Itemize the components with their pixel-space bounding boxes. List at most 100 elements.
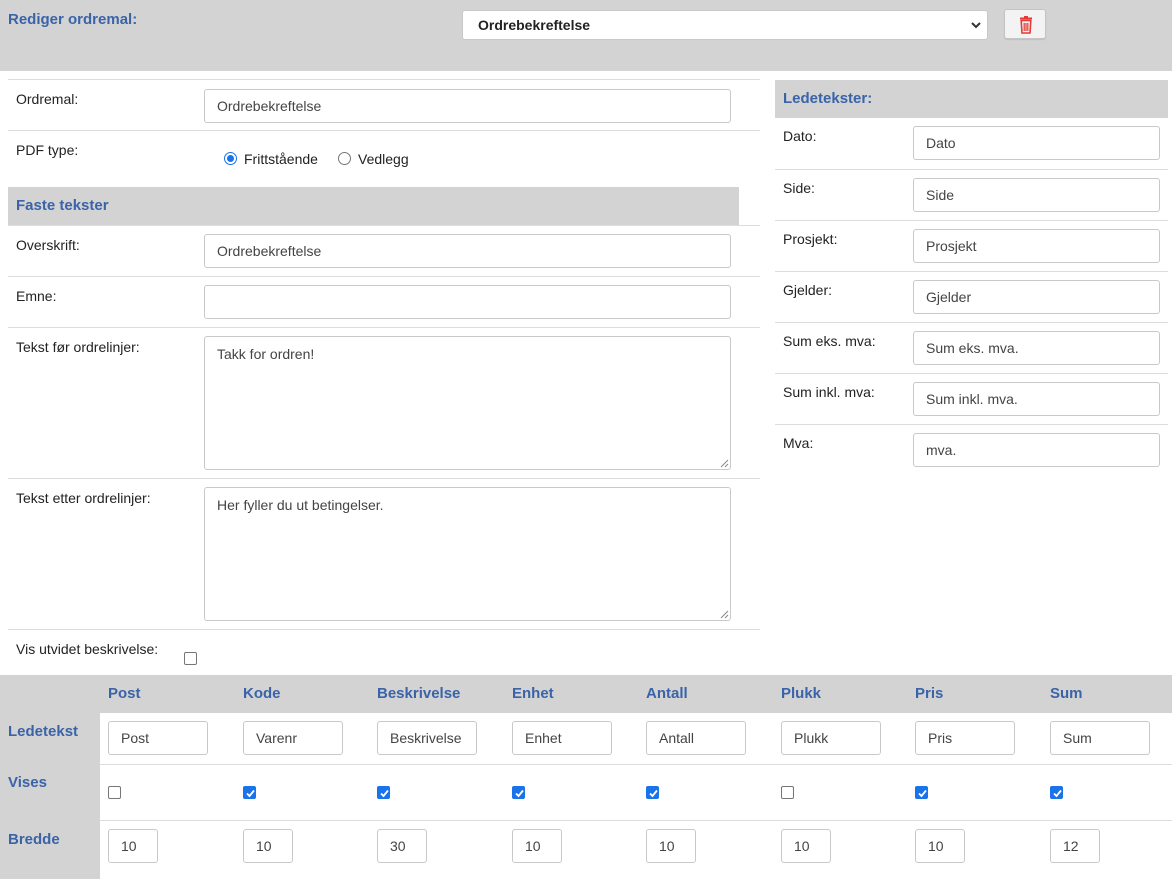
column-ledetekst-input[interactable]: Post: [108, 721, 208, 755]
editor-header: Rediger ordremal: Ordrebekreftelse: [0, 0, 1172, 71]
faste-tekster-heading: Faste tekster: [8, 187, 739, 225]
pdf-type-frittstaende-radio[interactable]: [224, 152, 237, 165]
tekst-for-value: Takk for ordren!: [217, 346, 315, 362]
template-select[interactable]: Ordrebekreftelse: [462, 10, 988, 40]
column-header: Post: [108, 685, 141, 702]
ledetekst-label: Mva:: [783, 435, 814, 451]
column-bredde-input[interactable]: 10: [781, 829, 831, 863]
column-bredde-input[interactable]: 10: [108, 829, 158, 863]
trash-icon: [1020, 16, 1032, 34]
tekst-for-textarea[interactable]: Takk for ordren!: [204, 336, 731, 470]
row-divider: [100, 764, 1172, 765]
page-title: Rediger ordremal:: [8, 11, 138, 28]
ledetekst-input[interactable]: mva.: [913, 433, 1160, 467]
ledetekst-row: Sum eks. mva: Sum eks. mva.: [775, 322, 1168, 373]
column-vises-checkbox[interactable]: [781, 786, 794, 799]
column-header: Kode: [243, 685, 281, 702]
row-label-ledetekst: Ledetekst: [0, 713, 100, 764]
tekst-etter-textarea[interactable]: Her fyller du ut betingelser.: [204, 487, 731, 621]
tekst-etter-label: Tekst etter ordrelinjer:: [16, 490, 151, 506]
pdf-type-label: PDF type:: [16, 142, 79, 158]
column-bredde-input[interactable]: 10: [915, 829, 965, 863]
column-vises-checkbox[interactable]: [243, 786, 256, 799]
vis-utvidet-row: Vis utvidet beskrivelse:: [8, 629, 760, 673]
tekst-etter-value: Her fyller du ut betingelser.: [217, 497, 384, 513]
resize-grip-icon[interactable]: [719, 609, 729, 619]
column-ledetekst-input[interactable]: Sum: [1050, 721, 1150, 755]
checkmark-icon: [649, 789, 658, 798]
columns-table-header: [0, 675, 1172, 713]
vis-utvidet-checkbox[interactable]: [184, 652, 197, 665]
column-ledetekst-input[interactable]: Enhet: [512, 721, 612, 755]
column-vises-checkbox[interactable]: [512, 786, 525, 799]
ledetekst-row: Mva: mva.: [775, 424, 1168, 475]
column-header: Enhet: [512, 685, 554, 702]
ledetekst-label: Dato:: [783, 128, 817, 144]
column-vises-checkbox[interactable]: [108, 786, 121, 799]
column-vises-checkbox[interactable]: [646, 786, 659, 799]
chevron-down-icon: [971, 22, 981, 29]
checkmark-icon: [380, 789, 389, 798]
column-bredde-input[interactable]: 30: [377, 829, 427, 863]
row-label-vises: Vises: [0, 764, 100, 821]
pdf-type-vedlegg-label[interactable]: Vedlegg: [358, 151, 409, 167]
column-vises-checkbox[interactable]: [377, 786, 390, 799]
ledetekst-row: Prosjekt: Prosjekt: [775, 220, 1168, 271]
ledetekst-input[interactable]: Sum eks. mva.: [913, 331, 1160, 365]
ledetekst-label: Side:: [783, 180, 815, 196]
column-ledetekst-input[interactable]: Antall: [646, 721, 746, 755]
checkmark-icon: [515, 789, 524, 798]
overskrift-row: Overskrift: Ordrebekreftelse: [8, 225, 760, 276]
checkmark-icon: [246, 789, 255, 798]
ledetekst-row: Dato: Dato: [775, 118, 1168, 169]
ledetekst-row: Gjelder: Gjelder: [775, 271, 1168, 322]
column-header: Antall: [646, 685, 688, 702]
ledetekst-input[interactable]: Sum inkl. mva.: [913, 382, 1160, 416]
column-header: Beskrivelse: [377, 685, 461, 702]
column-ledetekst-input[interactable]: Varenr: [243, 721, 343, 755]
column-bredde-input[interactable]: 10: [646, 829, 696, 863]
ledetekst-label: Prosjekt:: [783, 231, 838, 247]
row-divider: [100, 820, 1172, 821]
column-ledetekst-input[interactable]: Beskrivelse: [377, 721, 477, 755]
column-header: Pris: [915, 685, 944, 702]
checkmark-icon: [1053, 789, 1062, 798]
tekst-for-label: Tekst før ordrelinjer:: [16, 339, 140, 355]
emne-input[interactable]: [204, 285, 731, 319]
column-ledetekst-input[interactable]: Pris: [915, 721, 1015, 755]
ordremal-label: Ordremal:: [16, 91, 79, 107]
overskrift-label: Overskrift:: [16, 237, 80, 253]
ledetekst-row: Sum inkl. mva: Sum inkl. mva.: [775, 373, 1168, 424]
overskrift-input[interactable]: Ordrebekreftelse: [204, 234, 731, 268]
pdf-type-frittstaende-label[interactable]: Frittstående: [244, 151, 318, 167]
vis-utvidet-label: Vis utvidet beskrivelse:: [16, 641, 159, 657]
columns-table: Ledetekst Vises Bredde Post Post 10 Kode Var…: [0, 675, 1172, 879]
ledetekst-input[interactable]: Prosjekt: [913, 229, 1160, 263]
tekst-etter-row: Tekst etter ordrelinjer: Her fyller du u…: [8, 478, 760, 629]
emne-label: Emne:: [16, 288, 57, 304]
column-header: Sum: [1050, 685, 1083, 702]
column-ledetekst-input[interactable]: Plukk: [781, 721, 881, 755]
emne-row: Emne:: [8, 276, 760, 327]
ledetekst-input[interactable]: Gjelder: [913, 280, 1160, 314]
ledetekst-input[interactable]: Dato: [913, 126, 1160, 160]
pdf-type-vedlegg-radio[interactable]: [338, 152, 351, 165]
ordremal-input[interactable]: Ordrebekreftelse: [204, 89, 731, 123]
resize-grip-icon[interactable]: [719, 458, 729, 468]
column-bredde-input[interactable]: 10: [512, 829, 562, 863]
delete-template-button[interactable]: [1004, 9, 1046, 39]
ordremal-row: Ordremal: Ordrebekreftelse: [8, 79, 760, 130]
faste-tekster-section: Faste tekster: [8, 187, 760, 225]
column-bredde-input[interactable]: 12: [1050, 829, 1100, 863]
ledetekst-label: Gjelder:: [783, 282, 833, 298]
checkmark-icon: [918, 789, 927, 798]
pdf-type-row: PDF type: Frittstående Vedlegg: [8, 130, 760, 187]
tekst-for-row: Tekst før ordrelinjer: Takk for ordren!: [8, 327, 760, 478]
template-select-value: Ordrebekreftelse: [478, 17, 591, 33]
column-bredde-input[interactable]: 10: [243, 829, 293, 863]
ledetekst-input[interactable]: Side: [913, 178, 1160, 212]
template-form: Ordremal: Ordrebekreftelse PDF type: Fri…: [8, 79, 760, 673]
column-header: Plukk: [781, 685, 822, 702]
column-vises-checkbox[interactable]: [915, 786, 928, 799]
column-vises-checkbox[interactable]: [1050, 786, 1063, 799]
